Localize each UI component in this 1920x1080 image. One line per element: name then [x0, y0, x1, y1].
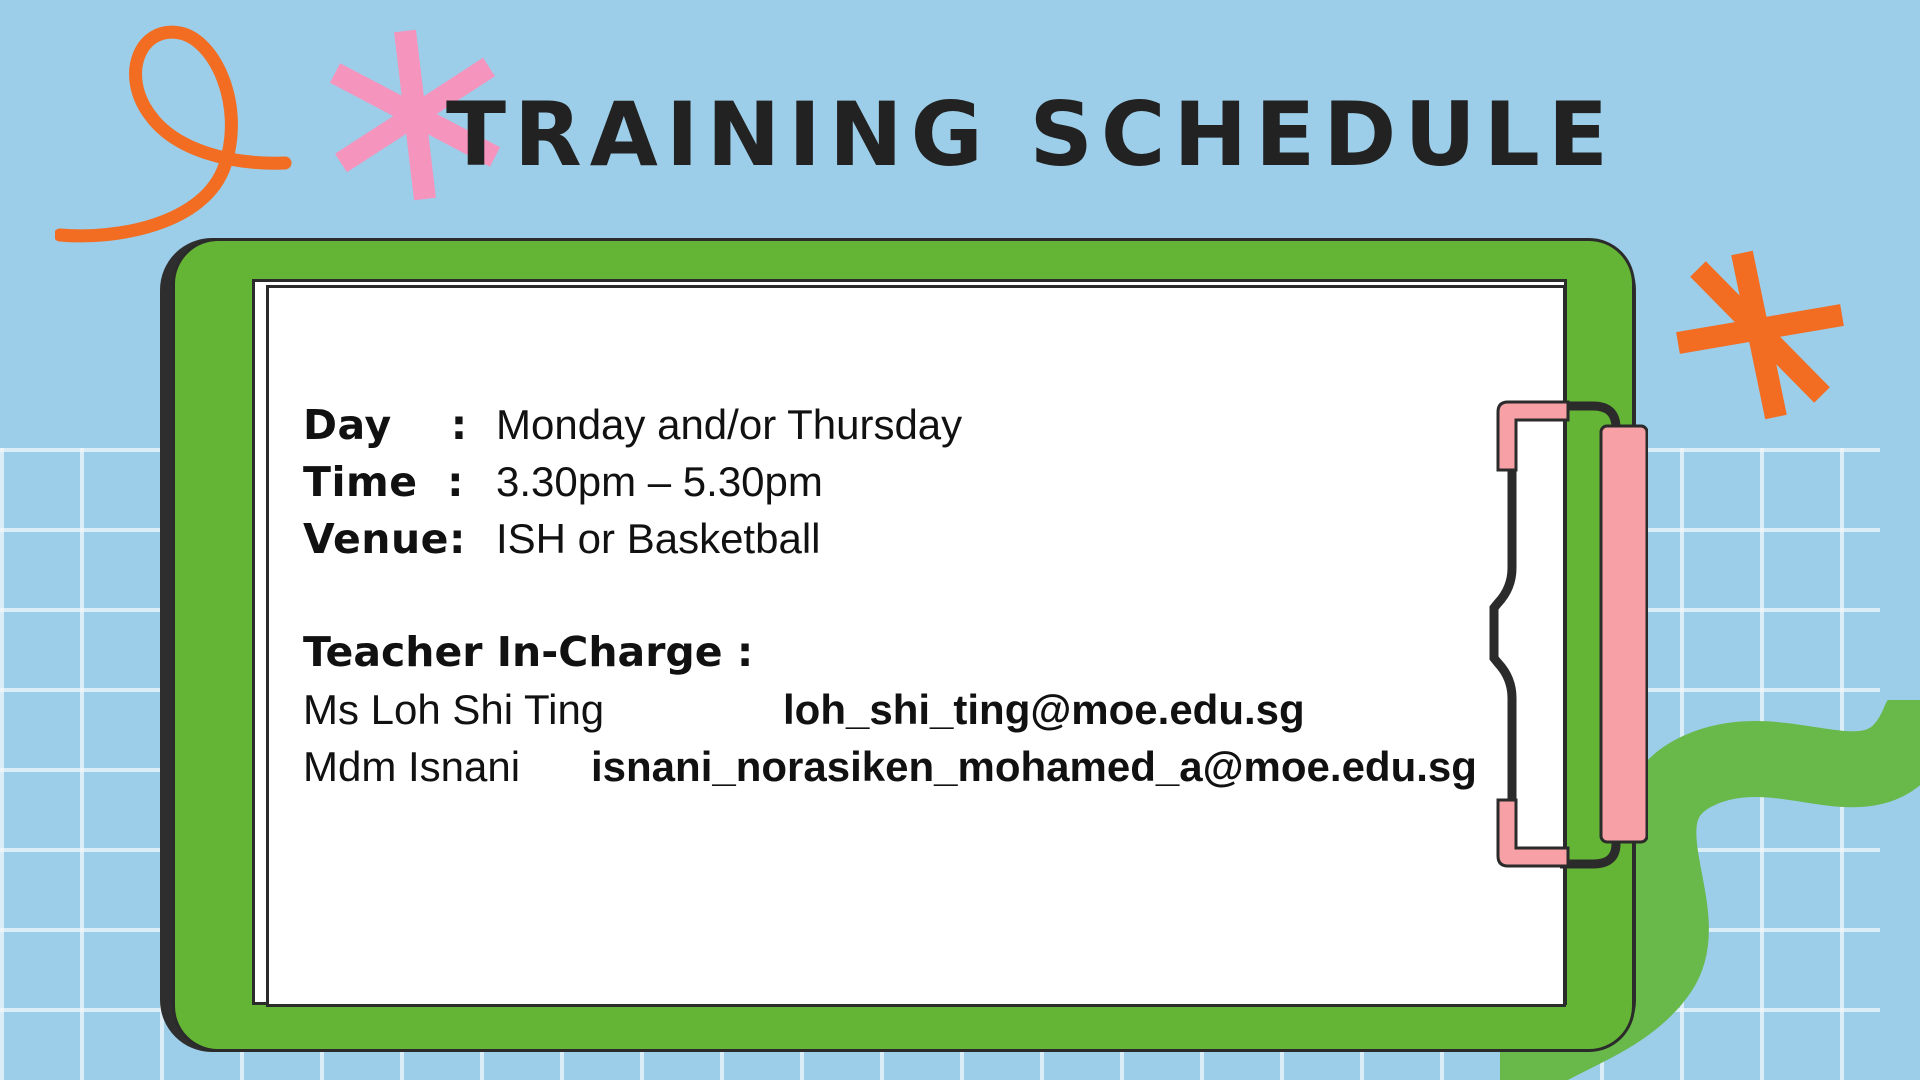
teacher-email[interactable]: isnani_norasiken_mohamed_a@moe.edu.sg — [591, 738, 1477, 795]
venue-row: Venue: ISH or Basketball — [303, 510, 1503, 567]
page-title: TRAINING SCHEDULE — [446, 83, 1616, 186]
orange-asterisk-icon — [1676, 250, 1844, 420]
time-value: 3.30pm – 5.30pm — [496, 458, 823, 505]
orange-loop-icon — [55, 25, 292, 243]
day-label: Day : — [303, 401, 468, 449]
clipboard-clip-icon — [1489, 400, 1648, 869]
slide: TRAINING SCHEDULE Day : Monday and/or Thu… — [0, 0, 1920, 1080]
day-value: Monday and/or Thursday — [496, 401, 963, 448]
venue-label: Venue: — [303, 515, 466, 563]
day-row: Day : Monday and/or Thursday — [303, 396, 1503, 453]
time-row: Time : 3.30pm – 5.30pm — [303, 453, 1503, 510]
venue-value: ISH or Basketball — [496, 515, 821, 562]
teacher-row: Ms Loh Shi Ting loh_shi_ting@moe.edu.sg — [303, 681, 1503, 738]
teacher-name: Mdm Isnani — [303, 743, 521, 790]
teacher-name: Ms Loh Shi Ting — [303, 686, 605, 733]
teacher-email[interactable]: loh_shi_ting@moe.edu.sg — [783, 681, 1305, 738]
teacher-row: Mdm Isnani isnani_norasiken_mohamed_a@moe… — [303, 738, 1503, 795]
time-label: Time : — [303, 458, 465, 506]
teacher-heading: Teacher In-Charge : — [303, 628, 754, 676]
schedule-info: Day : Monday and/or Thursday Time : 3.30pm… — [303, 396, 1503, 795]
